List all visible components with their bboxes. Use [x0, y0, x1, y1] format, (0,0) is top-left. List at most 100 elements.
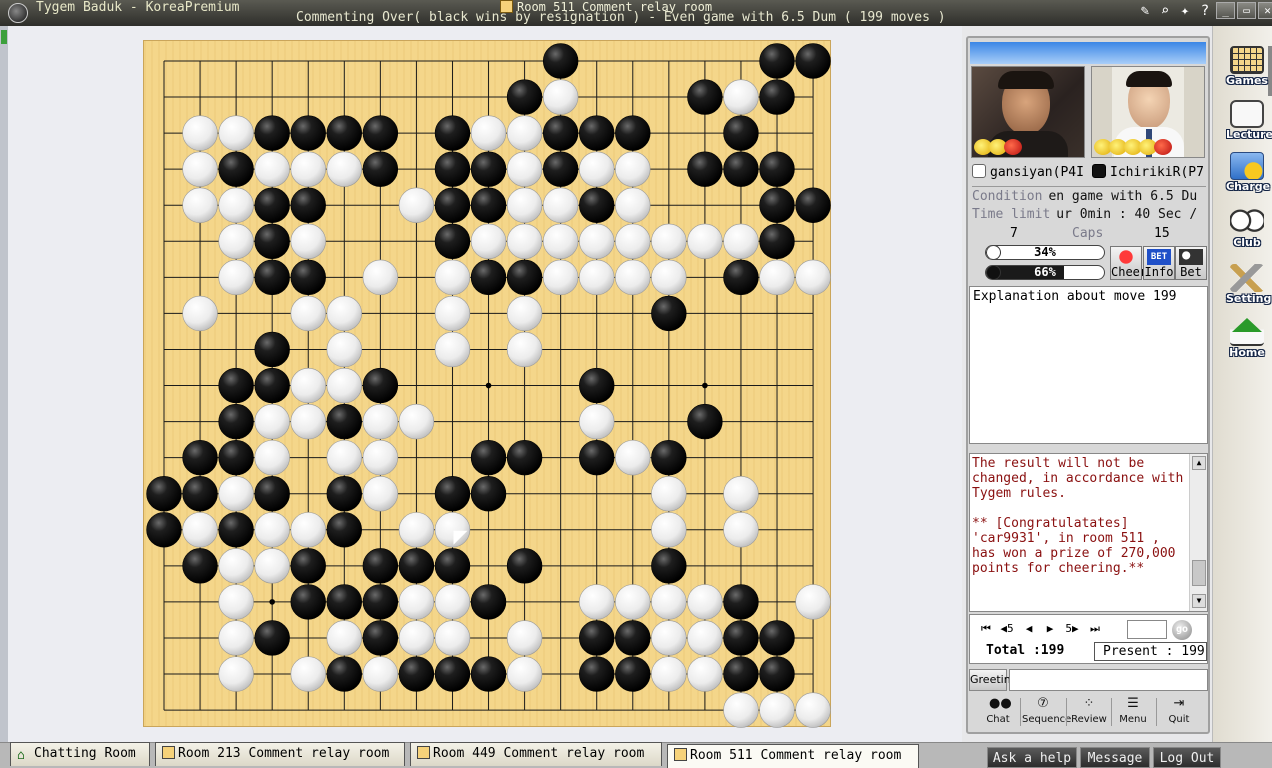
divider — [972, 186, 1206, 187]
close-button[interactable]: ✕ — [1258, 2, 1272, 19]
side-item-label: Lecture — [1226, 128, 1272, 141]
black-stone — [579, 620, 615, 656]
black-stone — [254, 367, 290, 404]
black-stone — [326, 656, 363, 692]
white-stone — [398, 512, 435, 548]
white-player-label: gansiyan(P4I — [972, 164, 1090, 182]
black-stone — [362, 115, 399, 151]
side-item-lecture[interactable]: Lecture — [1226, 100, 1272, 142]
white-stone — [687, 620, 723, 656]
logout-button[interactable]: Log Out — [1153, 747, 1221, 768]
menu-button[interactable]: ☰ Menu — [1112, 696, 1154, 728]
side-item-charge[interactable]: Charge — [1226, 152, 1271, 194]
message-button[interactable]: Message — [1080, 747, 1150, 768]
scroll-down-icon[interactable]: ▼ — [1192, 594, 1206, 608]
first-move-button[interactable]: ⏮ — [976, 622, 996, 636]
forward-1-button[interactable]: ▶ — [1040, 622, 1060, 635]
white-stone — [506, 151, 543, 187]
black-stone — [254, 259, 290, 296]
side-item-club[interactable]: Club — [1226, 208, 1268, 250]
black-player-photo[interactable] — [971, 66, 1085, 158]
white-stone — [290, 367, 326, 404]
black-stone — [579, 439, 615, 476]
chat-button[interactable]: ●● Chat — [977, 696, 1019, 728]
tab-room-449[interactable]: Room 449 Comment relay room — [410, 742, 662, 766]
white-cheer-percent: 34% — [1034, 245, 1056, 259]
white-stone — [290, 151, 326, 187]
white-stone — [434, 512, 471, 548]
help-icon[interactable]: ? — [1196, 2, 1214, 20]
white-stone — [218, 584, 254, 620]
lightbulb-icon[interactable]: ✦ — [1176, 2, 1194, 20]
go-button[interactable]: go — [1172, 620, 1192, 640]
captures-line: 7 Caps 15 — [972, 226, 1206, 242]
maximize-button[interactable]: ▭ — [1237, 2, 1256, 19]
star-point — [702, 382, 708, 389]
rose-icon — [1004, 139, 1022, 155]
last-move-button[interactable]: ⏭ — [1085, 622, 1105, 636]
total-moves: Total :199 — [986, 643, 1065, 658]
info-button[interactable]: BET Info — [1143, 246, 1175, 280]
greeting-button[interactable]: Greeting — [969, 669, 1018, 691]
white-stone — [254, 151, 290, 187]
side-scrollbar[interactable] — [1268, 46, 1272, 96]
black-stone — [434, 187, 471, 223]
tab-label: Room 511 Comment relay room — [690, 748, 902, 763]
sequence-button[interactable]: ⑦ Sequence — [1022, 696, 1071, 728]
cheer-button[interactable]: Cheer — [1110, 246, 1147, 280]
black-stone — [362, 367, 399, 404]
white-stone — [506, 331, 543, 368]
side-item-games[interactable]: Games — [1226, 46, 1268, 88]
edit-icon[interactable]: ✎ — [1136, 2, 1154, 20]
forward-5-button[interactable]: 5▶ — [1062, 622, 1082, 635]
left-edge-strip — [0, 26, 8, 742]
minimize-button[interactable]: _ — [1216, 2, 1235, 19]
bet-button[interactable]: Bet — [1175, 246, 1207, 280]
white-stone — [398, 403, 435, 440]
scroll-up-icon[interactable]: ▲ — [1192, 456, 1206, 470]
greeting-input[interactable] — [1009, 669, 1208, 691]
menu-icon: ☰ — [1127, 696, 1139, 711]
back-1-button[interactable]: ◀ — [1019, 622, 1039, 635]
white-stone — [759, 259, 795, 296]
app-title: Tygem Baduk - KoreaPremium — [36, 0, 240, 15]
tab-room-511[interactable]: Room 511 Comment relay room — [667, 744, 919, 768]
ask-help-button[interactable]: Ask a help — [987, 747, 1077, 768]
scroll-thumb[interactable] — [1192, 560, 1206, 586]
black-stone — [398, 656, 435, 692]
quit-button[interactable]: ⇥ Quit — [1158, 696, 1200, 728]
black-stone — [218, 512, 254, 548]
black-stone — [326, 403, 363, 440]
search-icon[interactable]: ⌕ — [1156, 2, 1174, 20]
white-player-photo[interactable] — [1091, 66, 1205, 158]
black-stone — [579, 656, 615, 692]
white-stone — [615, 151, 651, 187]
black-stone — [723, 151, 759, 187]
board-grid[interactable] — [144, 41, 832, 728]
white-stone — [326, 439, 363, 476]
white-stone — [506, 223, 543, 260]
review-button[interactable]: ⁘ Review — [1068, 696, 1110, 728]
tab-room-213[interactable]: Room 213 Comment relay room — [155, 742, 405, 766]
dice-icon — [1179, 249, 1203, 265]
white-stone — [182, 115, 218, 151]
white-stone — [326, 620, 363, 656]
black-stone — [470, 476, 507, 512]
black-stone — [615, 620, 651, 656]
move-number-input[interactable] — [1127, 620, 1167, 639]
time-limit-value: ur 0min : 40 Sec / — [1056, 207, 1198, 222]
side-item-label: Charge — [1226, 180, 1271, 193]
back-5-button[interactable]: ◀5 — [997, 622, 1017, 635]
go-board[interactable] — [143, 40, 832, 728]
title-icons: ✎ ⌕ ✦ ? _ ▭ ✕ — [1136, 2, 1272, 20]
black-captures: 15 — [1154, 226, 1170, 241]
black-stone — [434, 223, 471, 260]
white-stone — [290, 512, 326, 548]
tab-chatting-room[interactable]: ⌂ Chatting Room — [10, 742, 150, 766]
chat-scrollbar[interactable]: ▲ ▼ — [1189, 454, 1207, 611]
white-stone — [542, 259, 579, 296]
side-item-home[interactable]: Home — [1226, 318, 1268, 360]
player-hair — [1126, 71, 1172, 87]
tab-label: Chatting Room — [34, 746, 136, 761]
side-item-setting[interactable]: Setting — [1226, 264, 1271, 306]
